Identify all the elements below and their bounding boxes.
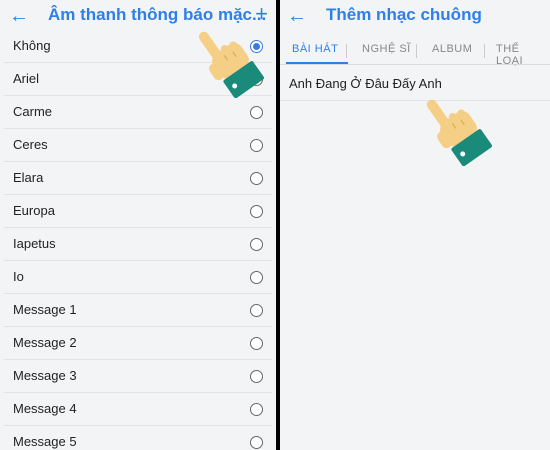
radio-button[interactable] xyxy=(250,337,263,350)
tab-genres[interactable]: THỂ LOẠI xyxy=(496,43,550,67)
list-item-label: Iapetus xyxy=(13,236,56,251)
list-item-label: Elara xyxy=(13,170,44,185)
list-item[interactable]: Message 5 xyxy=(0,426,276,450)
list-item-label: Message 3 xyxy=(13,368,77,383)
tab-bar: BÀI HÁT NGHỆ SĨ ALBUM THỂ LOẠI xyxy=(280,36,550,67)
list-item[interactable]: Message 2 xyxy=(0,327,276,360)
radio-button[interactable] xyxy=(250,139,263,152)
page-title: Thêm nhạc chuông xyxy=(326,5,482,24)
list-item-label: Europa xyxy=(13,203,55,218)
list-item-label: Không xyxy=(13,38,51,53)
list-item[interactable]: Message 1 xyxy=(0,294,276,327)
tab-album[interactable]: ALBUM xyxy=(432,43,472,55)
back-arrow-icon[interactable]: ← xyxy=(8,4,30,28)
pointing-hand-icon xyxy=(198,31,264,98)
list-item-label: Io xyxy=(13,269,24,284)
list-item[interactable]: Message 3 xyxy=(0,360,276,393)
list-item-label: Ariel xyxy=(13,71,40,86)
radio-button[interactable] xyxy=(250,370,263,383)
list-item[interactable]: Europa xyxy=(0,195,276,228)
list-item[interactable]: Elara xyxy=(0,162,276,195)
list-item-label: Message 1 xyxy=(13,302,77,317)
back-arrow-icon[interactable]: ← xyxy=(286,4,308,28)
radio-button[interactable] xyxy=(250,205,263,218)
radio-button[interactable] xyxy=(250,238,263,251)
tab-separator xyxy=(346,44,347,58)
radio-button[interactable] xyxy=(250,403,263,416)
active-tab-indicator xyxy=(286,62,348,64)
list-item[interactable]: Ceres xyxy=(0,129,276,162)
radio-button[interactable] xyxy=(250,304,263,317)
divider xyxy=(280,100,550,101)
pointing-hand-icon xyxy=(426,99,492,166)
radio-button[interactable] xyxy=(250,106,263,119)
radio-button[interactable] xyxy=(250,436,263,449)
list-item[interactable]: Io xyxy=(0,261,276,294)
tab-separator xyxy=(416,44,417,58)
tab-songs[interactable]: BÀI HÁT xyxy=(292,43,338,55)
list-item-label: Message 4 xyxy=(13,401,77,416)
list-item-label: Message 5 xyxy=(13,434,77,449)
list-item[interactable]: Carme xyxy=(0,96,276,129)
ringtone-settings-screen: ← Âm thanh thông báo mặc... + Không Arie… xyxy=(0,0,276,450)
list-item-label: Ceres xyxy=(13,137,48,152)
list-item[interactable]: Message 4 xyxy=(0,393,276,426)
add-ringtone-screen: ← Thêm nhạc chuông BÀI HÁT NGHỆ SĨ ALBUM… xyxy=(280,0,550,450)
tab-artists[interactable]: NGHỆ SĨ xyxy=(362,43,411,55)
song-item[interactable]: Anh Đang Ở Đâu Đấy Anh xyxy=(289,76,442,91)
list-item-label: Carme xyxy=(13,104,53,119)
radio-button[interactable] xyxy=(250,172,263,185)
list-item[interactable]: Iapetus xyxy=(0,228,276,261)
radio-button[interactable] xyxy=(250,271,263,284)
list-item-label: Message 2 xyxy=(13,335,77,350)
app-bar: ← Thêm nhạc chuông xyxy=(280,0,550,34)
tab-separator xyxy=(484,44,485,58)
